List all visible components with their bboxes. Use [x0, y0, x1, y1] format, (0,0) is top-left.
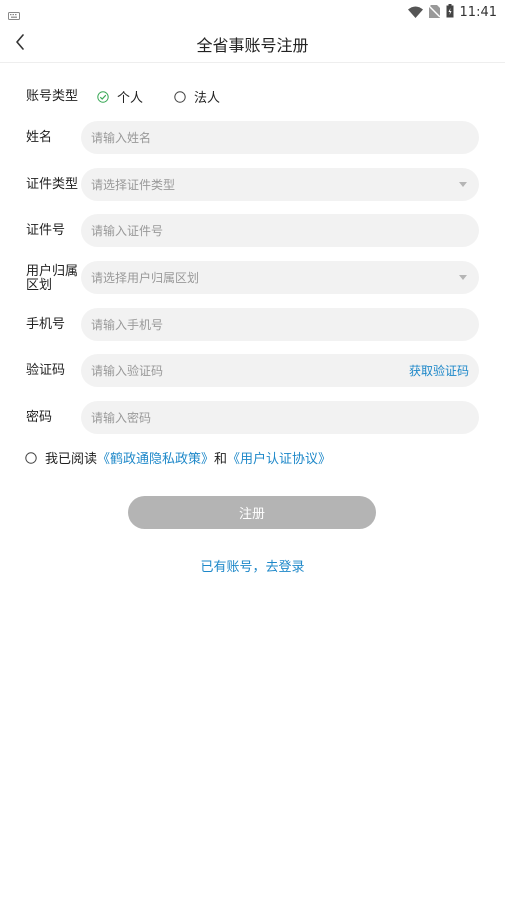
agree-checkbox[interactable] — [25, 451, 37, 464]
region-label-line2: 区划 — [26, 278, 53, 293]
name-placeholder: 请输入姓名 — [91, 131, 152, 145]
id-number-row: 证件号 请输入证件号 — [0, 214, 505, 247]
battery-icon — [446, 3, 454, 22]
header: 全省事账号注册 — [0, 22, 505, 63]
code-row: 验证码 请输入验证码 获取验证码 — [0, 354, 505, 387]
password-input[interactable]: 请输入密码 — [81, 401, 479, 434]
password-label: 密码 — [26, 410, 53, 425]
register-button[interactable]: 注册 — [128, 496, 376, 529]
id-type-placeholder: 请选择证件类型 — [91, 178, 176, 192]
region-label-line1: 用户归属 — [26, 264, 79, 279]
password-row: 密码 请输入密码 — [0, 401, 505, 434]
radio-legal-person[interactable]: 法人 — [174, 87, 220, 106]
id-number-input[interactable]: 请输入证件号 — [81, 214, 479, 247]
radio-personal-label: 个人 — [117, 91, 144, 106]
code-placeholder: 请输入验证码 — [91, 364, 164, 378]
phone-placeholder: 请输入手机号 — [91, 318, 164, 332]
phone-input[interactable]: 请输入手机号 — [81, 308, 479, 341]
radio-legal-person-label: 法人 — [194, 91, 221, 106]
code-input[interactable]: 请输入验证码 获取验证码 — [81, 354, 479, 387]
name-label: 姓名 — [26, 130, 53, 145]
user-agreement-link[interactable]: 《用户认证协议》 — [227, 452, 331, 467]
radio-personal[interactable]: 个人 — [97, 87, 143, 106]
no-sim-icon — [428, 3, 441, 22]
id-type-select[interactable]: 请选择证件类型 — [81, 168, 479, 201]
name-input[interactable]: 请输入姓名 — [81, 121, 479, 154]
check-circle-icon — [97, 90, 109, 103]
agreement-row: 我已阅读《鹤政通隐私政策》和《用户认证协议》 — [25, 448, 331, 467]
password-placeholder: 请输入密码 — [91, 411, 152, 425]
dropdown-arrow-icon — [459, 182, 467, 187]
privacy-policy-link[interactable]: 《鹤政通隐私政策》 — [97, 452, 214, 467]
id-type-row: 证件类型 请选择证件类型 — [0, 168, 505, 201]
phone-row: 手机号 请输入手机号 — [0, 308, 505, 341]
id-type-label: 证件类型 — [26, 177, 79, 192]
status-bar: 11:41 — [0, 0, 505, 22]
agreement-prefix: 我已阅读 — [45, 452, 98, 467]
id-number-label: 证件号 — [26, 223, 66, 238]
get-code-button[interactable]: 获取验证码 — [409, 362, 469, 379]
region-row: 用户归属 区划 请选择用户归属区划 — [0, 261, 505, 294]
region-placeholder: 请选择用户归属区划 — [91, 271, 200, 285]
name-row: 姓名 请输入姓名 — [0, 121, 505, 154]
clock: 11:41 — [459, 5, 497, 20]
page-title: 全省事账号注册 — [196, 36, 309, 55]
agreement-conjunction: 和 — [214, 452, 228, 467]
region-label: 用户归属 区划 — [26, 265, 78, 293]
id-number-placeholder: 请输入证件号 — [91, 224, 164, 238]
account-type-label: 账号类型 — [26, 89, 79, 104]
code-label: 验证码 — [26, 363, 66, 378]
account-type-row: 账号类型 个人 法人 — [0, 86, 505, 107]
phone-label: 手机号 — [26, 317, 66, 332]
wifi-icon — [407, 3, 423, 22]
login-link[interactable]: 已有账号，去登录 — [0, 556, 505, 575]
radio-empty-icon — [174, 90, 186, 103]
region-select[interactable]: 请选择用户归属区划 — [81, 261, 479, 294]
dropdown-arrow-icon — [459, 275, 467, 280]
